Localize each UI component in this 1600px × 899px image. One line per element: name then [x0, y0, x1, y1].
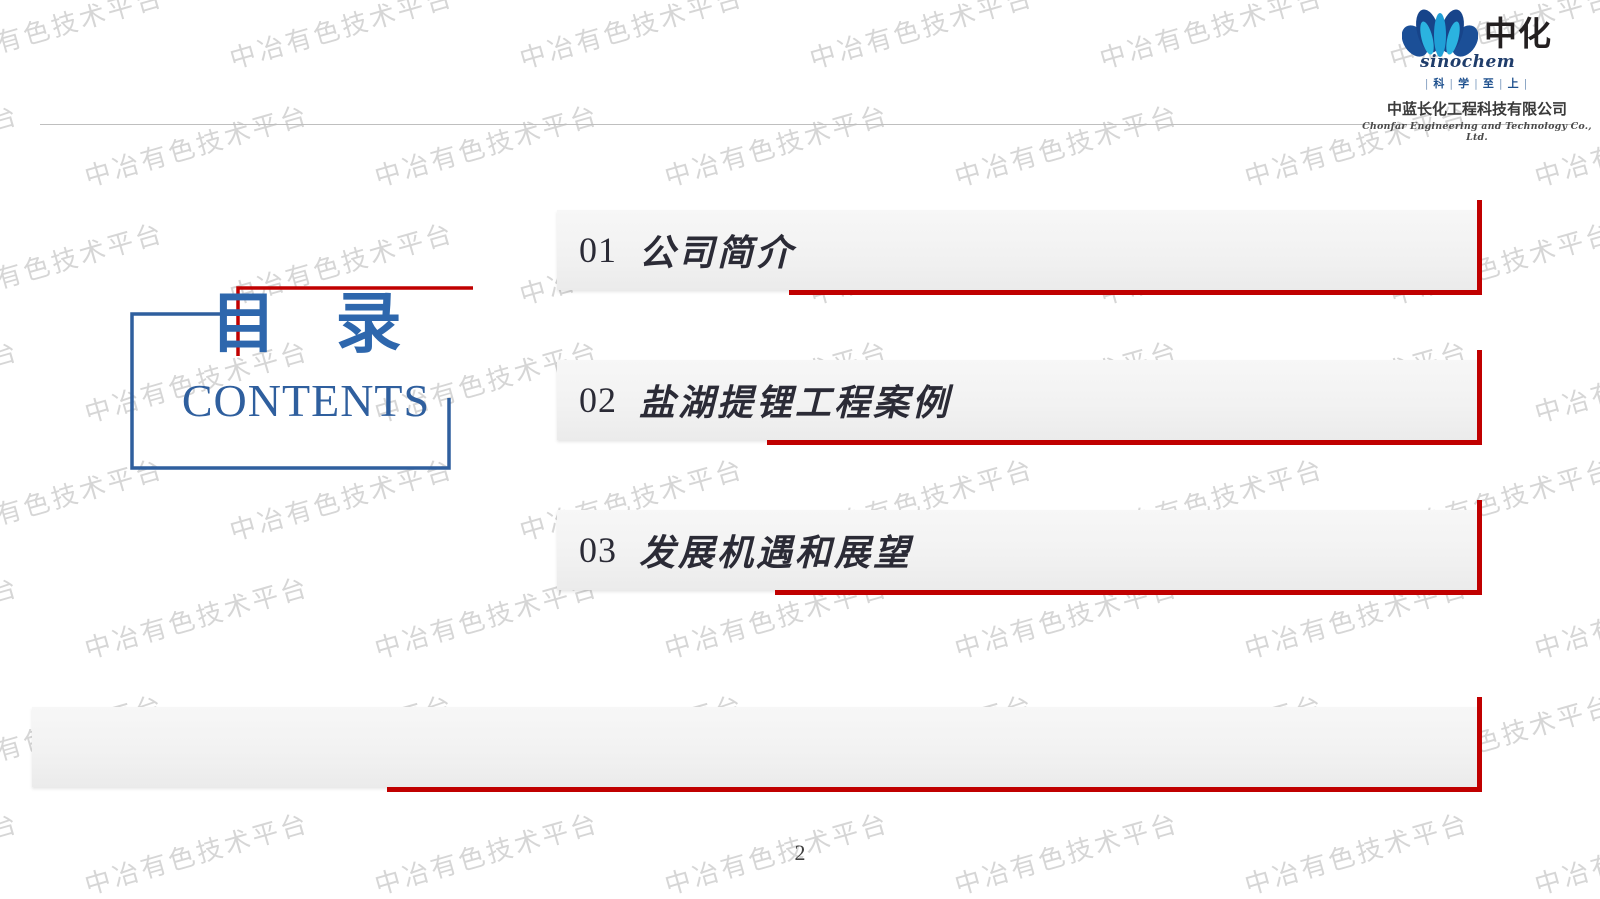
motto-separator: |: [1424, 77, 1431, 90]
watermark-text: 中冶有色技术平台: [1531, 572, 1600, 666]
watermark-text: 中冶有色技术平台: [226, 0, 458, 76]
watermark-text: 中冶有色技术平台: [371, 100, 603, 194]
contents-item-underline: [775, 590, 1482, 595]
watermark-text: 中冶有色技术平台: [516, 0, 748, 76]
contents-item-number: 01: [579, 230, 617, 270]
watermark-text: 中冶有色技术平台: [0, 100, 23, 194]
header-divider: [40, 124, 1578, 125]
motto-separator: |: [1474, 77, 1480, 90]
brand-motto: | 科 | 学 | 至 | 上 |: [1424, 77, 1530, 90]
contents-item-bar[interactable]: 01 公司简介: [557, 210, 1477, 290]
contents-item-title: 公司简介: [639, 232, 796, 274]
contents-item-right-edge: [1477, 697, 1482, 787]
contents-item-bar[interactable]: [32, 707, 1477, 787]
contents-item-underline: [789, 290, 1482, 295]
contents-item-title: 发展机遇和展望: [639, 532, 913, 574]
page-number: 2: [794, 840, 806, 865]
contents-item-right-edge: [1477, 200, 1482, 290]
slide-canvas: 中冶有色技术平台 中冶有色技术平台 中冶有色技术平台 中冶有色技术平台 中冶有色技术平台…: [0, 0, 1600, 899]
contents-item-bar[interactable]: 02 盐湖提锂工程案例: [557, 360, 1477, 440]
watermark-text: 中冶有色技术平台: [0, 572, 23, 666]
contents-item-number: 02: [579, 380, 617, 420]
emblem-title-en: CONTENTS: [181, 375, 431, 426]
emblem-title-cn: 目 录: [210, 284, 420, 362]
watermark-text: 中冶有色技术平台: [81, 100, 313, 194]
contents-item-underline: [387, 787, 1482, 792]
contents-item-right-edge: [1477, 350, 1482, 440]
motto-separator: |: [1498, 77, 1505, 90]
watermark-text: 中冶有色技术平台: [0, 336, 23, 430]
contents-item-title: 盐湖提锂工程案例: [639, 382, 952, 424]
watermark-text: 中冶有色技术平台: [1531, 336, 1600, 430]
watermark-text: 中冶有色技术平台: [951, 100, 1183, 194]
brand-logo-block: 中化 sinochem | 科 | 学 | 至 | 上 | 中蓝长化工程科技有限公司 Chonf…: [1362, 4, 1592, 143]
company-name-cn: 中蓝长化工程科技有限公司: [1386, 100, 1567, 118]
watermark-text: 中冶有色技术平台: [1096, 0, 1328, 76]
contents-item-number: 03: [579, 530, 617, 570]
motto-separator: |: [1449, 77, 1456, 90]
brand-name-cn: 中化: [1484, 13, 1552, 53]
contents-item-right-edge: [1477, 500, 1482, 590]
watermark-text: 中冶有色技术平台: [661, 100, 893, 194]
watermark-text: 中冶有色技术平台: [806, 0, 1038, 76]
watermark-text: 中冶有色技术平台: [81, 572, 313, 666]
company-name-en: Chonfar Engineering and Technology Co., …: [1362, 121, 1592, 143]
contents-emblem: 目 录 CONTENTS: [126, 268, 486, 488]
brand-name-en: sinochem: [1420, 52, 1516, 72]
contents-item-underline: [767, 440, 1482, 445]
contents-item-bar[interactable]: 03 发展机遇和展望: [557, 510, 1477, 590]
motto-separator: |: [1523, 77, 1530, 90]
watermark-text: 中冶有色技术平台: [0, 0, 168, 76]
